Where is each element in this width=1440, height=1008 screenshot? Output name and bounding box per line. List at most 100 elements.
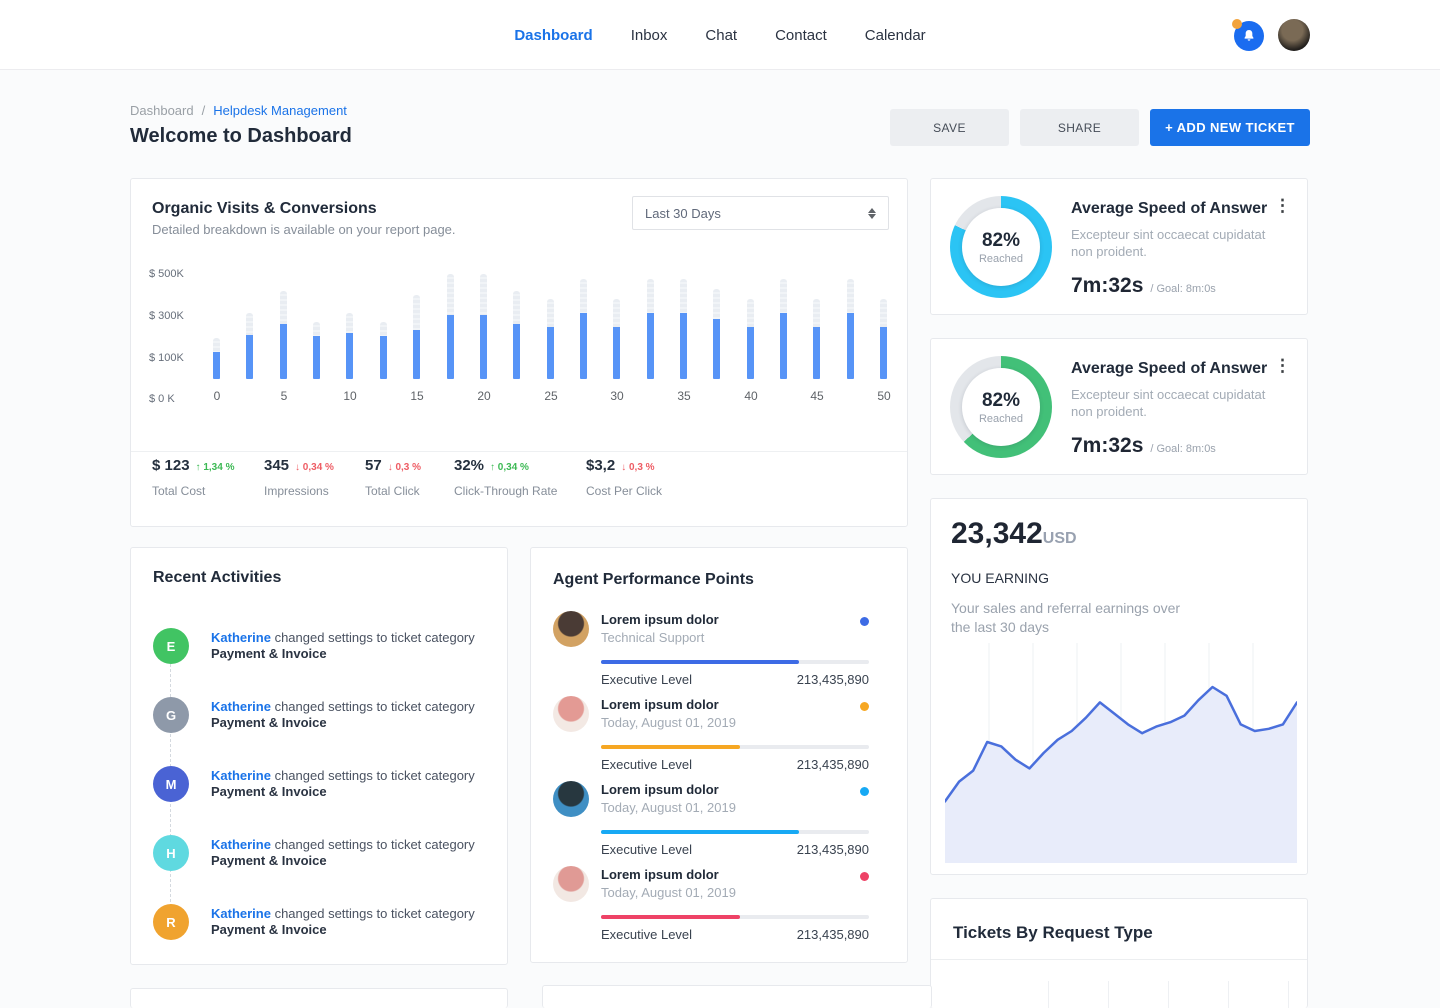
stat-label: Click-Through Rate <box>454 484 557 498</box>
speed-card-desc: Excepteur sint occaecat cupidatat non pr… <box>1071 386 1281 420</box>
x-axis-label: 0 <box>202 389 232 403</box>
trend-down-icon: ↓ 0,3 % <box>621 462 654 473</box>
status-dot <box>860 702 869 711</box>
agent-row[interactable]: Lorem ipsum dolor Today, August 01, 2019… <box>553 696 869 776</box>
bar-fill <box>346 333 353 379</box>
activity-user[interactable]: Katherine <box>211 768 271 783</box>
breadcrumb-helpdesk-management[interactable]: Helpdesk Management <box>213 103 347 118</box>
stat-label: Cost Per Click <box>586 484 662 498</box>
activity-target: Payment & Invoice <box>211 646 475 662</box>
activity-user[interactable]: Katherine <box>211 837 271 852</box>
stat-value: $ 123 <box>152 457 190 474</box>
bar <box>246 313 253 379</box>
breadcrumb-dashboard[interactable]: Dashboard <box>130 103 194 118</box>
notification-dot <box>1232 19 1242 29</box>
partial-card-left <box>130 988 508 1008</box>
period-select[interactable]: Last 30 Days <box>632 196 889 230</box>
earnings-currency: USD <box>1043 530 1077 548</box>
nav-item-dashboard[interactable]: Dashboard <box>514 27 592 44</box>
activity-item[interactable]: G Katherine changed settings to ticket c… <box>153 697 487 747</box>
kebab-menu-icon[interactable]: ⋮ <box>1274 197 1291 214</box>
bar <box>447 274 454 379</box>
status-dot <box>860 872 869 881</box>
breadcrumb: Dashboard/Helpdesk Management <box>130 103 347 118</box>
trend-down-icon: ↓ 0,34 % <box>295 462 334 473</box>
kebab-menu-icon[interactable]: ⋮ <box>1274 357 1291 374</box>
agent-avatar <box>553 696 589 732</box>
speed-donut-chart: 82% Reached <box>950 196 1052 298</box>
bar <box>313 322 320 379</box>
activity-item[interactable]: E Katherine changed settings to ticket c… <box>153 628 487 678</box>
period-select-value: Last 30 Days <box>645 206 721 221</box>
agent-row[interactable]: Lorem ipsum dolor Technical Support Exec… <box>553 611 869 691</box>
agent-name: Lorem ipsum dolor <box>601 782 719 797</box>
bar <box>547 299 554 379</box>
activity-target: Payment & Invoice <box>211 853 475 869</box>
agent-subtitle: Today, August 01, 2019 <box>601 715 736 730</box>
speed-time: 7m:32s <box>1071 274 1143 298</box>
bar <box>413 295 420 379</box>
bar <box>780 279 787 379</box>
activity-user[interactable]: Katherine <box>211 630 271 645</box>
nav-item-contact[interactable]: Contact <box>775 27 827 44</box>
dashboard-page: Dashboard Inbox Chat Contact Calendar Dashbo… <box>0 0 1440 1008</box>
bar <box>280 291 287 379</box>
earnings-area-chart <box>945 643 1297 865</box>
agent-row[interactable]: Lorem ipsum dolor Today, August 01, 2019… <box>553 866 869 946</box>
agent-level-label: Executive Level <box>601 672 692 687</box>
gridline <box>1108 981 1109 1008</box>
share-button[interactable]: SHARE <box>1020 109 1139 146</box>
bar-fill <box>680 313 687 379</box>
user-avatar[interactable] <box>1278 19 1310 51</box>
speed-goal: / Goal: 8m:0s <box>1150 443 1215 455</box>
activity-user[interactable]: Katherine <box>211 906 271 921</box>
gridline <box>1228 981 1229 1008</box>
agent-points: 213,435,890 <box>797 927 869 942</box>
speed-card-title: Average Speed of Answer <box>1071 200 1267 218</box>
activity-avatar: E <box>153 628 189 664</box>
agent-points: 213,435,890 <box>797 757 869 772</box>
activity-text: Katherine changed settings to ticket cat… <box>211 837 475 869</box>
notifications-button[interactable] <box>1232 19 1264 51</box>
bar <box>213 338 220 379</box>
add-new-ticket-button[interactable]: + ADD NEW TICKET <box>1150 109 1310 146</box>
x-axis-label: 5 <box>269 389 299 403</box>
bar <box>613 299 620 379</box>
agent-progress-fill <box>601 745 740 749</box>
bar-fill <box>447 315 454 379</box>
activity-item[interactable]: M Katherine changed settings to ticket c… <box>153 766 487 816</box>
x-axis-label: 10 <box>335 389 365 403</box>
bar <box>346 313 353 379</box>
agent-row[interactable]: Lorem ipsum dolor Today, August 01, 2019… <box>553 781 869 861</box>
donut-reached-label: Reached <box>979 413 1023 425</box>
agent-progress-track <box>601 745 869 749</box>
save-button[interactable]: SAVE <box>890 109 1009 146</box>
activity-user[interactable]: Katherine <box>211 699 271 714</box>
x-axis-label: 25 <box>536 389 566 403</box>
activity-item[interactable]: H Katherine changed settings to ticket c… <box>153 835 487 885</box>
nav-item-inbox[interactable]: Inbox <box>631 27 668 44</box>
bar-fill <box>213 352 220 379</box>
bar <box>880 299 887 379</box>
agent-avatar <box>553 611 589 647</box>
agent-level-row: Executive Level 213,435,890 <box>601 757 869 772</box>
activity-text: Katherine changed settings to ticket cat… <box>211 768 475 800</box>
x-axis-label: 30 <box>602 389 632 403</box>
stat-total-cost: $ 123 ↑ 1,34 % Total Cost <box>152 457 234 498</box>
nav-item-chat[interactable]: Chat <box>705 27 737 44</box>
y-axis-label: $ 100K <box>149 352 197 364</box>
earnings-card: 23,342 USD YOU EARNING Your sales and re… <box>930 498 1308 875</box>
agent-subtitle: Today, August 01, 2019 <box>601 885 736 900</box>
earnings-amount: 23,342 <box>951 517 1043 551</box>
activity-item[interactable]: R Katherine changed settings to ticket c… <box>153 904 487 954</box>
stats-divider <box>131 451 907 452</box>
speed-time: 7m:32s <box>1071 434 1143 458</box>
bar <box>747 299 754 379</box>
agent-progress-fill <box>601 915 740 919</box>
y-axis-label: $ 0 K <box>149 393 197 405</box>
x-axis-label: 15 <box>402 389 432 403</box>
donut-percent: 82% <box>982 230 1020 252</box>
nav-item-calendar[interactable]: Calendar <box>865 27 926 44</box>
agent-progress-track <box>601 660 869 664</box>
agent-subtitle: Today, August 01, 2019 <box>601 800 736 815</box>
